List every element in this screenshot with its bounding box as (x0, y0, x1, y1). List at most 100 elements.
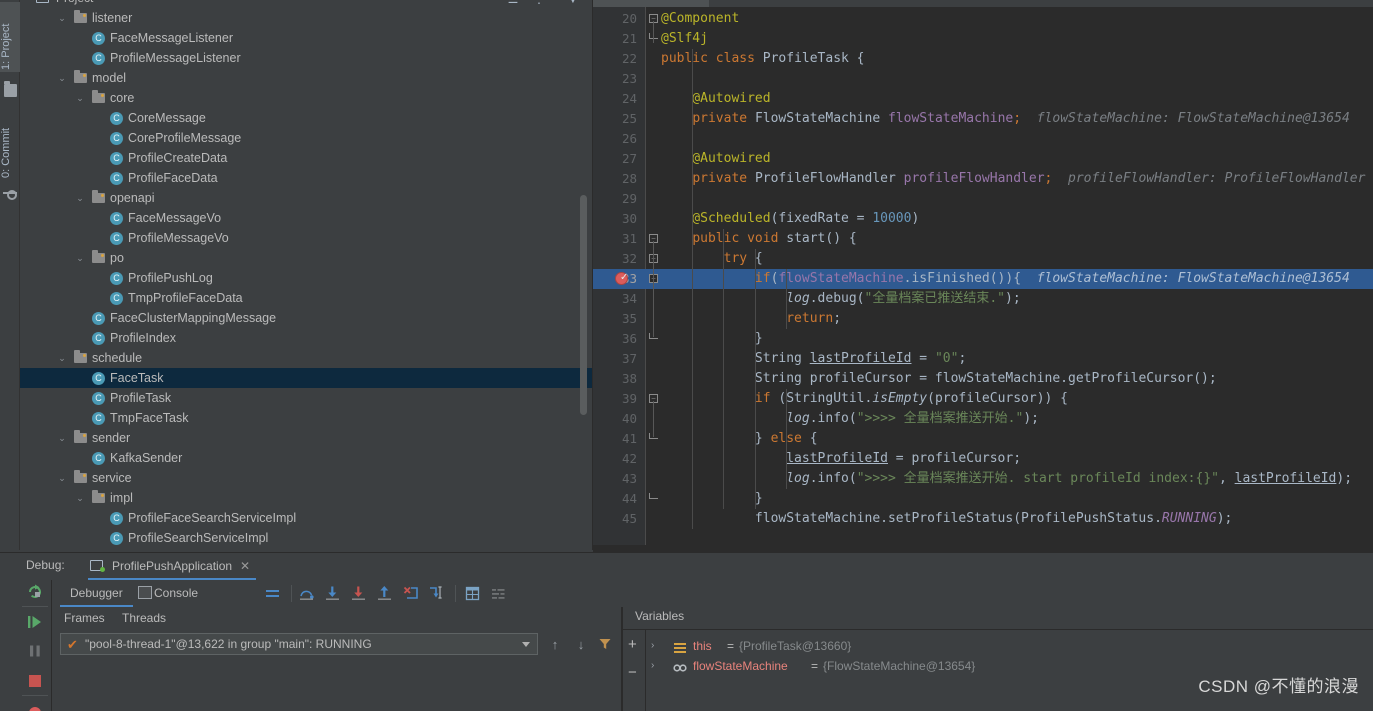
plus-icon[interactable]: + (628, 637, 637, 652)
code-line-24[interactable]: 24 @Autowired (593, 89, 1373, 109)
close-icon[interactable]: ✕ (240, 553, 250, 580)
step-into-icon[interactable] (324, 585, 341, 602)
tree-node-sender[interactable]: ⌄ sender (20, 428, 592, 448)
code-line-25[interactable]: 25 private FlowStateMachine flowStateMac… (593, 109, 1373, 129)
tree-node-po[interactable]: ⌄ po (20, 248, 592, 268)
tree-node-listener[interactable]: ⌄ listener (20, 8, 592, 28)
layout-settings-icon[interactable] (264, 585, 281, 602)
tree-node-tmpprofilefacedata[interactable]: TmpProfileFaceData (20, 288, 592, 308)
evaluate-expression-icon[interactable] (464, 585, 481, 602)
code-line-39[interactable]: 39 if (StringUtil.isEmpty(profileCursor)… (593, 389, 1373, 409)
tree-node-schedule[interactable]: ⌄ schedule (20, 348, 592, 368)
chevron-right-icon[interactable]: › (651, 656, 654, 676)
tab-debugger[interactable]: Debugger (60, 580, 133, 607)
code-line-40[interactable]: 40 log.info(">>>> 全量档案推送开始."); (593, 409, 1373, 429)
tree-node-model[interactable]: ⌄ model (20, 68, 592, 88)
tab-console[interactable]: Console (138, 580, 208, 607)
chevron-down-icon[interactable]: ⌄ (74, 88, 86, 108)
tree-node-profilemessagelistener[interactable]: ProfileMessageListener (20, 48, 592, 68)
pause-program-button[interactable] (26, 642, 44, 660)
rerun-button[interactable] (26, 583, 44, 601)
code-line-28[interactable]: 28 private ProfileFlowHandler profileFlo… (593, 169, 1373, 189)
step-over-icon[interactable] (298, 585, 315, 602)
resume-program-button[interactable] (26, 613, 44, 631)
code-line-32[interactable]: 32 try { (593, 249, 1373, 269)
editor-tab-0[interactable]: ProfileTask.java (593, 0, 710, 7)
tree-node-core[interactable]: ⌄ core (20, 88, 592, 108)
tree-node-service[interactable]: ⌄ service (20, 468, 592, 488)
editor-tab-4[interactable]: ServerTask.java (1243, 0, 1360, 7)
tree-node-profilemessagevo[interactable]: ProfileMessageVo (20, 228, 592, 248)
editor-tab-bar[interactable]: ProfileTask.java TmpProfileTask.java Profi… (593, 0, 1373, 7)
project-tree-scrollbar[interactable] (580, 195, 587, 415)
chevron-right-icon[interactable]: › (651, 636, 654, 656)
view-breakpoints-button[interactable] (26, 701, 44, 711)
tree-node-facetask[interactable]: FaceTask (20, 368, 592, 388)
code-line-23[interactable]: 23 (593, 69, 1373, 89)
editor-tab-3[interactable]: FaceClusterTask.java (1103, 0, 1250, 7)
chevron-down-icon[interactable] (522, 642, 530, 647)
stop-button[interactable] (26, 672, 44, 690)
tree-node-profilefacesearchserviceimpl[interactable]: ProfileFaceSearchServiceImpl (20, 508, 592, 528)
chevron-down-icon[interactable]: ⌄ (56, 68, 68, 88)
code-area[interactable]: 20 @Component −21 @Slf4j 22 public class Prof… (593, 7, 1373, 545)
tree-node-tmpfacetask[interactable]: TmpFaceTask (20, 408, 592, 428)
editor-tab-1[interactable]: TmpProfileTask.java (741, 0, 881, 7)
chevron-down-icon[interactable]: ⌄ (74, 488, 86, 508)
thread-selector[interactable]: ✔ "pool-8-thread-1"@13,622 in group "mai… (60, 633, 538, 655)
force-step-into-icon[interactable] (350, 585, 367, 602)
hide-icon[interactable]: ▼ (566, 0, 580, 6)
tree-node-facemessagelistener[interactable]: FaceMessageListener (20, 28, 592, 48)
fold-marker-44[interactable] (649, 493, 658, 499)
code-line-31[interactable]: 31 public void start() { (593, 229, 1373, 249)
code-line-34[interactable]: 34 log.debug("全量档案已推送结束."); (593, 289, 1373, 309)
tree-node-profilecreatedata[interactable]: ProfileCreateData (20, 148, 592, 168)
code-line-29[interactable]: 29 (593, 189, 1373, 209)
code-line-41[interactable]: 41 } else { (593, 429, 1373, 449)
run-to-cursor-icon[interactable] (428, 585, 445, 602)
code-line-38[interactable]: 38 String profileCursor = flowStateMachi… (593, 369, 1373, 389)
code-line-33[interactable]: 33 if(flowStateMachine.isFinished()){ fl… (593, 269, 1373, 289)
tab-threads[interactable]: Threads (122, 607, 166, 629)
code-line-22[interactable]: 22 public class ProfileTask { (593, 49, 1373, 69)
collapse-all-icon[interactable]: ⚌ (506, 0, 520, 6)
code-line-42[interactable]: 42 lastProfileId = profileCursor; (593, 449, 1373, 469)
tool-button-commit[interactable]: 0: Commit (0, 100, 20, 178)
code-line-27[interactable]: 27 @Autowired (593, 149, 1373, 169)
code-line-30[interactable]: 30 @Scheduled(fixedRate = 10000) (593, 209, 1373, 229)
arrow-down-icon[interactable]: ↓ (574, 637, 588, 653)
tree-node-profilepushlog[interactable]: ProfilePushLog (20, 268, 592, 288)
tree-node-profilefacedata[interactable]: ProfileFaceData (20, 168, 592, 188)
code-line-36[interactable]: 36 } (593, 329, 1373, 349)
chevron-down-icon[interactable]: ⌄ (74, 248, 86, 268)
code-line-43[interactable]: 43 log.info(">>>> 全量档案推送开始. start profil… (593, 469, 1373, 489)
project-tree[interactable]: ⌄ listener FaceMessageListener ProfileMessa… (20, 8, 592, 548)
tree-node-profiletask[interactable]: ProfileTask (20, 388, 592, 408)
tool-button-project[interactable]: 1: Project (0, 2, 20, 72)
gear-icon[interactable]: ⋮ (532, 0, 546, 6)
filter-icon[interactable] (598, 637, 612, 654)
chevron-down-icon[interactable]: ⌄ (56, 348, 68, 368)
code-line-45[interactable]: 45 flowStateMachine.setProfileStatus(Pro… (593, 509, 1373, 529)
code-line-20[interactable]: 20 @Component (593, 9, 1373, 29)
minus-icon[interactable]: − (628, 665, 637, 680)
drop-frame-icon[interactable] (402, 585, 419, 602)
debug-session-tab[interactable]: ProfilePushApplication ✕ (88, 553, 257, 580)
tree-node-coreprofilemessage[interactable]: CoreProfileMessage (20, 128, 592, 148)
tab-frames[interactable]: Frames (64, 607, 105, 629)
code-line-37[interactable]: 37 String lastProfileId = "0"; (593, 349, 1373, 369)
tree-node-faceclustermappingmessage[interactable]: FaceClusterMappingMessage (20, 308, 592, 328)
chevron-down-icon[interactable]: ⌄ (56, 8, 68, 28)
tree-node-coremessage[interactable]: CoreMessage (20, 108, 592, 128)
code-line-44[interactable]: 44 } (593, 489, 1373, 509)
chevron-down-icon[interactable]: ⌄ (74, 188, 86, 208)
code-line-26[interactable]: 26 (593, 129, 1373, 149)
chevron-down-icon[interactable]: ⌄ (56, 428, 68, 448)
editor-tab-2[interactable]: ProfilePushApplication.java (900, 0, 1077, 7)
code-line-21[interactable]: 21 @Slf4j (593, 29, 1373, 49)
tree-node-impl[interactable]: ⌄ impl (20, 488, 592, 508)
tree-node-openapi[interactable]: ⌄ openapi (20, 188, 592, 208)
tree-node-profileindex[interactable]: ProfileIndex (20, 328, 592, 348)
tree-node-kafkasender[interactable]: KafkaSender (20, 448, 592, 468)
tree-node-profilesearchserviceimpl[interactable]: ProfileSearchServiceImpl (20, 528, 592, 548)
